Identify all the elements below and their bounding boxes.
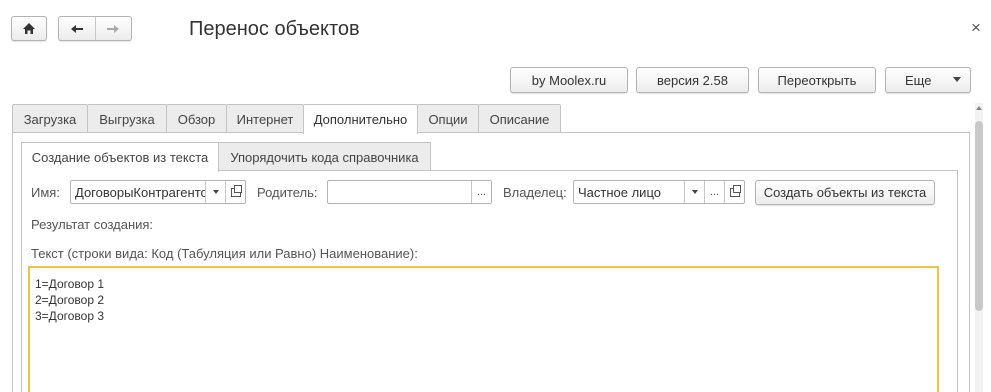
owner-dropdown-button[interactable]	[684, 181, 704, 203]
more-label: Еще	[905, 72, 932, 88]
back-button[interactable]	[59, 17, 96, 40]
text-format-label: Текст (строки вида: Код (Табуляция или Р…	[31, 246, 418, 261]
text-line: 2=Договор 2	[35, 293, 104, 307]
vertical-scrollbar[interactable]	[975, 103, 983, 392]
tab-zagruzka[interactable]: Загрузка	[12, 104, 88, 133]
owner-value: Частное лицо	[578, 184, 661, 200]
owner-label: Владелец:	[503, 185, 567, 200]
version-button[interactable]: версия 2.58	[636, 67, 749, 93]
home-icon	[23, 23, 35, 34]
chevron-down-icon	[212, 190, 219, 194]
text-line: 1=Договор 1	[35, 277, 104, 291]
arrow-right-icon	[107, 24, 120, 33]
name-open-button[interactable]	[225, 181, 245, 203]
source-text-area[interactable]: 1=Договор 1 2=Договор 2 3=Договор 3	[28, 266, 939, 392]
owner-select-button[interactable]: ...	[704, 181, 724, 203]
arrow-left-icon	[70, 24, 83, 33]
chevron-up-icon[interactable]	[976, 106, 982, 110]
chevron-down-icon	[691, 190, 698, 194]
history-nav	[58, 16, 132, 41]
tab-opisanie[interactable]: Описание	[478, 104, 561, 133]
tab-obzor[interactable]: Обзор	[166, 104, 227, 133]
scroll-thumb[interactable]	[975, 121, 983, 311]
text-line: 3=Договор 3	[35, 309, 104, 323]
parent-field[interactable]: ...	[327, 180, 492, 204]
subtab-order-codes[interactable]: Упорядочить кода справочника	[218, 142, 431, 171]
tab-vygruzka[interactable]: Выгрузка	[87, 104, 167, 133]
name-dropdown-button[interactable]	[205, 181, 225, 203]
forward-button[interactable]	[96, 17, 132, 40]
tab-opcii[interactable]: Опции	[417, 104, 479, 133]
tab-internet[interactable]: Интернет	[226, 104, 304, 133]
owner-field[interactable]: Частное лицо ...	[573, 180, 745, 204]
open-icon	[729, 184, 741, 197]
chevron-down-icon	[953, 77, 961, 82]
create-objects-button[interactable]: Создать объекты из текста	[755, 180, 935, 205]
open-icon	[230, 184, 242, 197]
subtab-create-objects[interactable]: Создание объектов из текста	[21, 142, 219, 172]
window-title: Перенос объектов	[189, 18, 360, 40]
more-menu-button[interactable]: Еще	[885, 67, 971, 93]
home-button[interactable]	[11, 16, 47, 41]
name-value: ДоговорыКонтрагентов	[75, 184, 205, 200]
name-label: Имя:	[31, 185, 60, 200]
owner-open-button[interactable]	[724, 181, 744, 203]
moolex-link-button[interactable]: by Moolex.ru	[510, 67, 628, 93]
parent-label: Родитель:	[257, 185, 318, 200]
reopen-button[interactable]: Переоткрыть	[758, 67, 876, 93]
result-label: Результат создания:	[31, 217, 154, 232]
close-icon[interactable]: ×	[967, 18, 985, 38]
tab-dopolnitelno[interactable]: Дополнительно	[303, 104, 418, 134]
name-field[interactable]: ДоговорыКонтрагентов	[70, 180, 246, 204]
parent-select-button[interactable]: ...	[471, 181, 491, 203]
